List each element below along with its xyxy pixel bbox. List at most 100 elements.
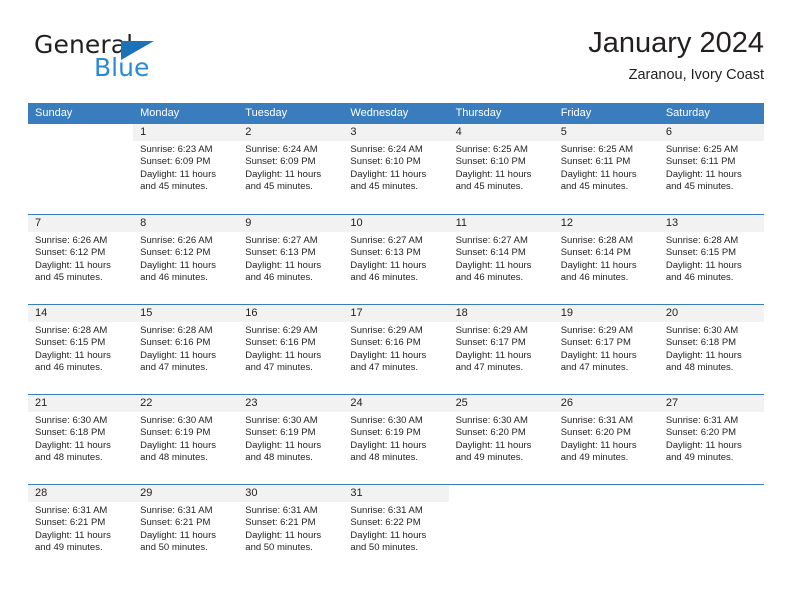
sunset-text: Sunset: 6:16 PM	[140, 337, 211, 349]
daylight-text: Daylight: 11 hours and 47 minutes.	[560, 349, 637, 374]
sunset-text: Sunset: 6:10 PM	[350, 156, 421, 168]
day-cell-12[interactable]: 12 Sunrise: 6:28 AM Sunset: 6:14 PM Dayligh…	[553, 215, 659, 304]
day-cell-30[interactable]: 30 Sunrise: 6:31 AM Sunset: 6:21 PM Dayligh…	[238, 485, 344, 574]
day-cell-11[interactable]: 11 Sunrise: 6:27 AM Sunset: 6:14 PM Dayligh…	[448, 215, 554, 304]
daylight-text: Daylight: 11 hours and 47 minutes.	[455, 349, 532, 374]
day-info: Sunrise: 6:24 AM Sunset: 6:10 PM Daylight:…	[343, 141, 448, 194]
daylight-text: Daylight: 11 hours and 49 minutes.	[35, 529, 111, 554]
daylight-text: Daylight: 11 hours and 45 minutes.	[245, 168, 322, 193]
day-cell-14[interactable]: 14 Sunrise: 6:28 AM Sunset: 6:15 PM Dayligh…	[28, 305, 134, 394]
sunset-text: Sunset: 6:18 PM	[35, 427, 106, 439]
day-cell-28[interactable]: 28 Sunrise: 6:31 AM Sunset: 6:21 PM Dayligh…	[28, 485, 134, 574]
sunset-text: Sunset: 6:17 PM	[560, 337, 631, 349]
calendar-table: Sunday Monday Tuesday Wednesday Thursday Frid…	[28, 103, 764, 574]
sunrise-text: Sunrise: 6:25 AM	[560, 144, 634, 155]
sunrise-text: Sunrise: 6:25 AM	[665, 144, 739, 155]
daylight-text: Daylight: 11 hours and 45 minutes.	[665, 168, 742, 193]
day-cell-15[interactable]: 15 Sunrise: 6:28 AM Sunset: 6:16 PM Dayligh…	[133, 305, 239, 394]
sunrise-text: Sunrise: 6:23 AM	[140, 144, 213, 155]
day-info: Sunrise: 6:29 AM Sunset: 6:16 PM Daylight:…	[343, 322, 448, 375]
sunrise-text: Sunrise: 6:29 AM	[560, 325, 634, 336]
day-cell-20[interactable]: 20 Sunrise: 6:30 AM Sunset: 6:18 PM Dayligh…	[658, 305, 764, 394]
sunset-text: Sunset: 6:16 PM	[245, 337, 316, 349]
calendar-week-row: 1 Sunrise: 6:23 AM Sunset: 6:09 PM Daylight…	[28, 124, 764, 214]
sunrise-text: Sunrise: 6:31 AM	[140, 505, 213, 516]
daylight-text: Daylight: 11 hours and 46 minutes.	[560, 259, 637, 284]
day-info: Sunrise: 6:30 AM Sunset: 6:19 PM Daylight:…	[133, 412, 238, 465]
day-number-strip: 3	[343, 124, 449, 141]
sunrise-text: Sunrise: 6:29 AM	[455, 325, 528, 336]
day-number-strip: 18	[448, 305, 554, 322]
day-cell-26[interactable]: 26 Sunrise: 6:31 AM Sunset: 6:20 PM Dayligh…	[553, 395, 659, 484]
sunrise-text: Sunrise: 6:30 AM	[35, 415, 108, 426]
sunrise-text: Sunrise: 6:26 AM	[140, 235, 213, 246]
sunrise-text: Sunrise: 6:27 AM	[350, 235, 423, 246]
sunrise-text: Sunrise: 6:31 AM	[350, 505, 423, 516]
day-cell-24[interactable]: 24 Sunrise: 6:30 AM Sunset: 6:19 PM Dayligh…	[343, 395, 449, 484]
daylight-text: Daylight: 11 hours and 50 minutes.	[245, 529, 322, 554]
general-blue-logo[interactable]: General Blue	[34, 32, 254, 88]
day-cell-1[interactable]: 1 Sunrise: 6:23 AM Sunset: 6:09 PM Daylight…	[133, 124, 239, 214]
daylight-text: Daylight: 11 hours and 49 minutes.	[560, 439, 637, 464]
day-cell-3[interactable]: 3 Sunrise: 6:24 AM Sunset: 6:10 PM Daylight…	[343, 124, 449, 214]
day-number-strip: 26	[553, 395, 659, 412]
day-cell-27[interactable]: 27 Sunrise: 6:31 AM Sunset: 6:20 PM Dayligh…	[658, 395, 764, 484]
daylight-text: Daylight: 11 hours and 48 minutes.	[350, 439, 427, 464]
day-cell-17[interactable]: 17 Sunrise: 6:29 AM Sunset: 6:16 PM Dayligh…	[343, 305, 449, 394]
sunrise-text: Sunrise: 6:24 AM	[245, 144, 318, 155]
day-cell-8[interactable]: 8 Sunrise: 6:26 AM Sunset: 6:12 PM Daylight…	[133, 215, 239, 304]
day-cell-31[interactable]: 31 Sunrise: 6:31 AM Sunset: 6:22 PM Dayligh…	[343, 485, 449, 574]
day-cell-22[interactable]: 22 Sunrise: 6:30 AM Sunset: 6:19 PM Dayligh…	[133, 395, 239, 484]
day-info: Sunrise: 6:28 AM Sunset: 6:15 PM Daylight:…	[28, 322, 133, 375]
weekday-header-saturday: Saturday	[665, 107, 710, 119]
day-cell-6[interactable]: 6 Sunrise: 6:25 AM Sunset: 6:11 PM Daylight…	[658, 124, 764, 214]
daylight-text: Daylight: 11 hours and 45 minutes.	[560, 168, 637, 193]
daylight-text: Daylight: 11 hours and 49 minutes.	[455, 439, 532, 464]
day-cell-10[interactable]: 10 Sunrise: 6:27 AM Sunset: 6:13 PM Dayligh…	[343, 215, 449, 304]
daylight-text: Daylight: 11 hours and 46 minutes.	[350, 259, 427, 284]
sunrise-text: Sunrise: 6:30 AM	[245, 415, 318, 426]
weekday-header-monday: Monday	[140, 107, 180, 119]
sunrise-text: Sunrise: 6:27 AM	[245, 235, 318, 246]
day-number-strip: 8	[133, 215, 239, 232]
day-cell-29[interactable]: 29 Sunrise: 6:31 AM Sunset: 6:21 PM Dayligh…	[133, 485, 239, 574]
day-cell-9[interactable]: 9 Sunrise: 6:27 AM Sunset: 6:13 PM Daylight…	[238, 215, 344, 304]
day-number: 6	[665, 126, 672, 138]
day-cell-16[interactable]: 16 Sunrise: 6:29 AM Sunset: 6:16 PM Dayligh…	[238, 305, 344, 394]
day-cell-5[interactable]: 5 Sunrise: 6:25 AM Sunset: 6:11 PM Daylight…	[553, 124, 659, 214]
day-cell-23[interactable]: 23 Sunrise: 6:30 AM Sunset: 6:19 PM Dayligh…	[238, 395, 344, 484]
day-info: Sunrise: 6:26 AM Sunset: 6:12 PM Daylight:…	[28, 232, 133, 285]
weekday-header-wednesday: Wednesday	[350, 107, 409, 119]
sunset-text: Sunset: 6:11 PM	[560, 156, 631, 168]
calendar-week-row: 28 Sunrise: 6:31 AM Sunset: 6:21 PM Dayligh…	[28, 484, 764, 574]
day-number-strip: 31	[343, 485, 449, 502]
day-cell-21[interactable]: 21 Sunrise: 6:30 AM Sunset: 6:18 PM Dayligh…	[28, 395, 134, 484]
daylight-text: Daylight: 11 hours and 45 minutes.	[455, 168, 532, 193]
sunset-text: Sunset: 6:19 PM	[140, 427, 211, 439]
day-cell-19[interactable]: 19 Sunrise: 6:29 AM Sunset: 6:17 PM Dayligh…	[553, 305, 659, 394]
day-cell-18[interactable]: 18 Sunrise: 6:29 AM Sunset: 6:17 PM Dayligh…	[448, 305, 554, 394]
sunrise-text: Sunrise: 6:29 AM	[350, 325, 423, 336]
calendar-week-row: 14 Sunrise: 6:28 AM Sunset: 6:15 PM Dayligh…	[28, 304, 764, 394]
day-number: 31	[350, 487, 363, 499]
day-number-strip: 7	[28, 215, 134, 232]
day-cell-25[interactable]: 25 Sunrise: 6:30 AM Sunset: 6:20 PM Dayligh…	[448, 395, 554, 484]
day-number: 19	[560, 307, 573, 319]
daylight-text: Daylight: 11 hours and 46 minutes.	[35, 349, 111, 374]
sunrise-text: Sunrise: 6:31 AM	[665, 415, 739, 426]
day-cell-2[interactable]: 2 Sunrise: 6:24 AM Sunset: 6:09 PM Daylight…	[238, 124, 344, 214]
day-info: Sunrise: 6:23 AM Sunset: 6:09 PM Daylight:…	[133, 141, 238, 194]
day-number-strip: 17	[343, 305, 449, 322]
day-cell-7[interactable]: 7 Sunrise: 6:26 AM Sunset: 6:12 PM Daylight…	[28, 215, 134, 304]
sunrise-text: Sunrise: 6:30 AM	[665, 325, 739, 336]
daylight-text: Daylight: 11 hours and 48 minutes.	[665, 349, 742, 374]
day-number-strip: 19	[553, 305, 659, 322]
sunrise-text: Sunrise: 6:30 AM	[350, 415, 423, 426]
day-info: Sunrise: 6:31 AM Sunset: 6:21 PM Daylight:…	[133, 502, 238, 555]
day-cell-4[interactable]: 4 Sunrise: 6:25 AM Sunset: 6:10 PM Daylight…	[448, 124, 554, 214]
sunset-text: Sunset: 6:20 PM	[665, 427, 737, 439]
day-info: Sunrise: 6:31 AM Sunset: 6:21 PM Daylight:…	[238, 502, 343, 555]
day-number-strip: 30	[238, 485, 344, 502]
day-number-strip: 24	[343, 395, 449, 412]
day-cell-13[interactable]: 13 Sunrise: 6:28 AM Sunset: 6:15 PM Dayligh…	[658, 215, 764, 304]
